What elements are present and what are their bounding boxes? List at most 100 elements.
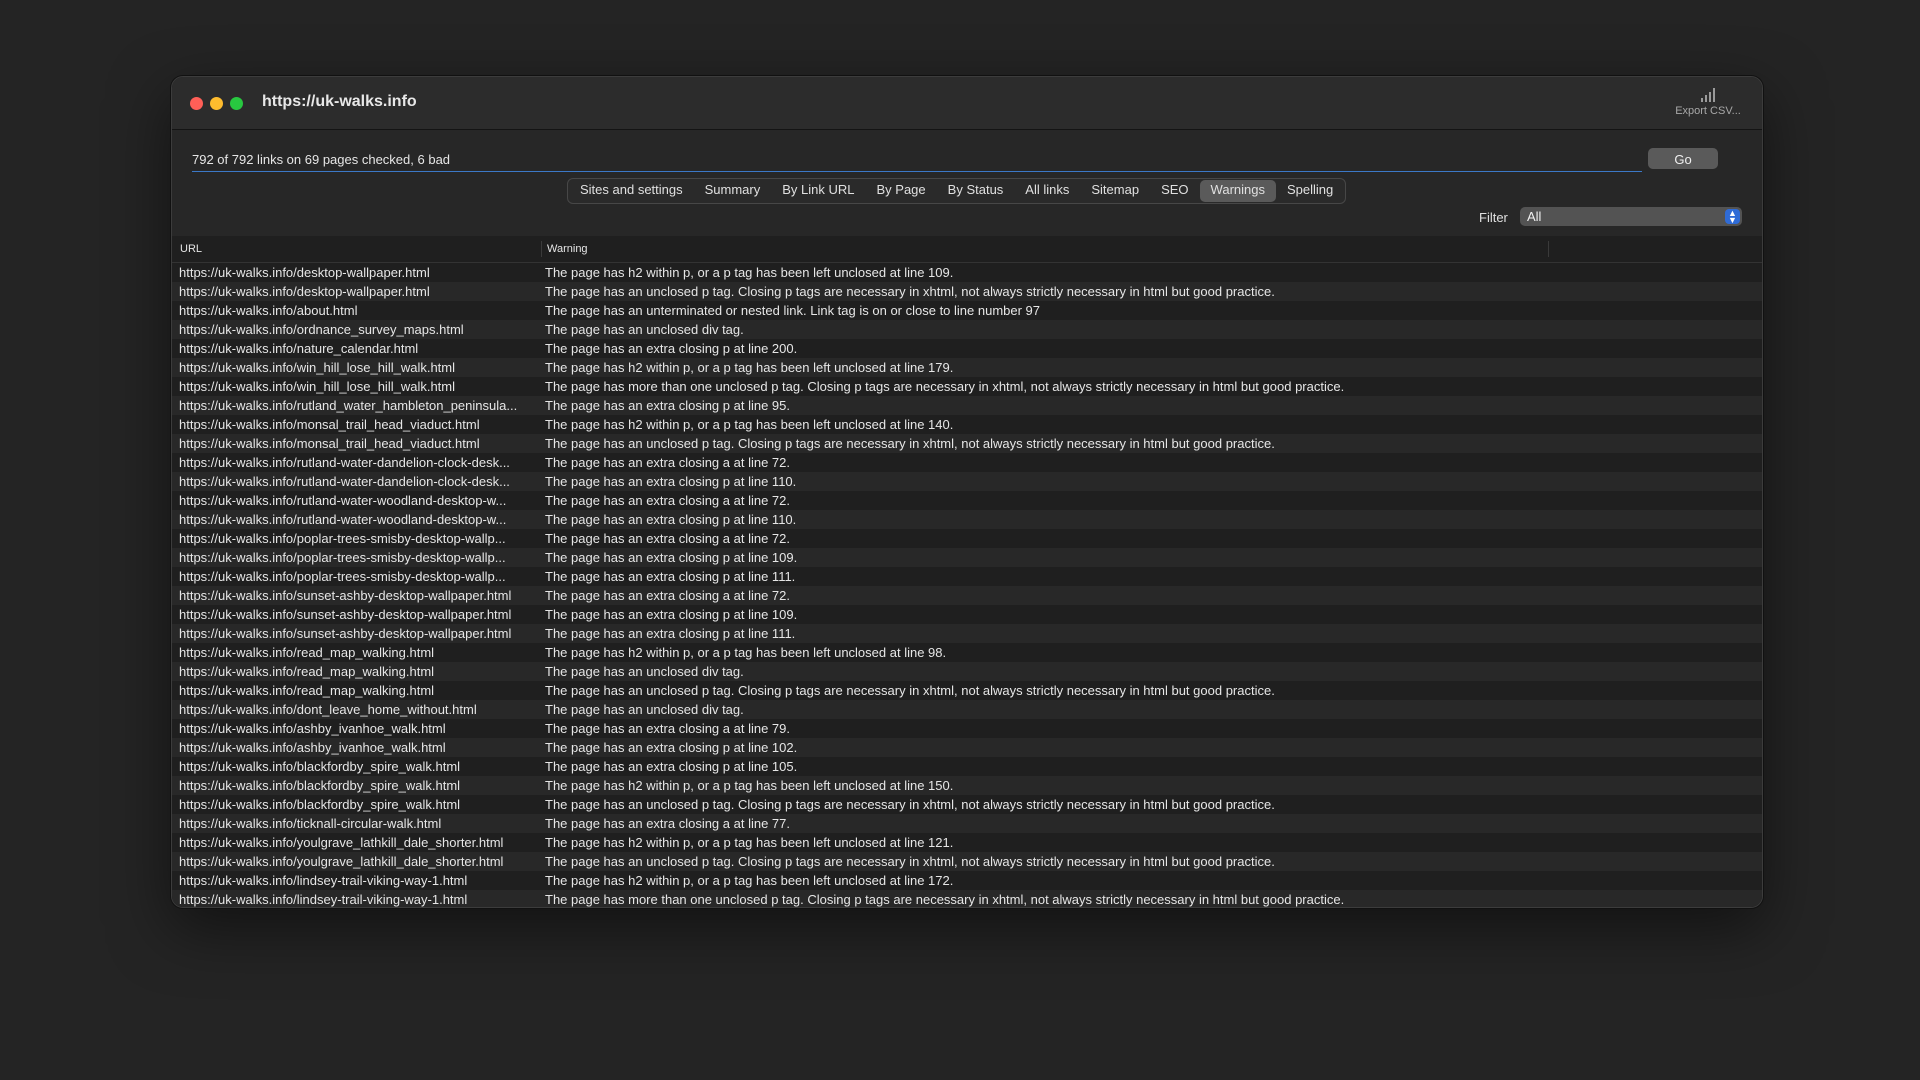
tab-sitemap[interactable]: Sitemap bbox=[1080, 180, 1150, 202]
warning-cell: The page has more than one unclosed p ta… bbox=[545, 892, 1345, 907]
table-row[interactable]: https://uk-walks.info/monsal_trail_head_… bbox=[172, 415, 1762, 434]
warning-cell: The page has h2 within p, or a p tag has… bbox=[545, 417, 954, 432]
table-row[interactable]: https://uk-walks.info/poplar-trees-smisb… bbox=[172, 548, 1762, 567]
warning-cell: The page has an extra closing p at line … bbox=[545, 550, 798, 565]
table-row[interactable]: https://uk-walks.info/sunset-ashby-deskt… bbox=[172, 624, 1762, 643]
url-cell: https://uk-walks.info/poplar-trees-smisb… bbox=[179, 531, 506, 546]
table-row[interactable]: https://uk-walks.info/desktop-wallpaper.… bbox=[172, 263, 1762, 282]
minimize-window-button[interactable] bbox=[210, 97, 223, 110]
warning-cell: The page has an extra closing p at line … bbox=[545, 740, 798, 755]
table-row[interactable]: https://uk-walks.info/read_map_walking.h… bbox=[172, 681, 1762, 700]
filter-label: Filter bbox=[1479, 210, 1508, 225]
table-row[interactable]: https://uk-walks.info/read_map_walking.h… bbox=[172, 643, 1762, 662]
url-cell: https://uk-walks.info/rutland-water-wood… bbox=[179, 493, 507, 508]
url-cell: https://uk-walks.info/read_map_walking.h… bbox=[179, 664, 435, 679]
url-cell: https://uk-walks.info/rutland-water-dand… bbox=[179, 474, 510, 489]
tab-sites-and-settings[interactable]: Sites and settings bbox=[569, 180, 694, 202]
tab-spelling[interactable]: Spelling bbox=[1276, 180, 1344, 202]
column-divider[interactable] bbox=[1548, 241, 1549, 257]
column-divider[interactable] bbox=[541, 241, 542, 257]
table-row[interactable]: https://uk-walks.info/ashby_ivanhoe_walk… bbox=[172, 719, 1762, 738]
warning-cell: The page has an unclosed p tag. Closing … bbox=[545, 854, 1275, 869]
url-cell: https://uk-walks.info/ticknall-circular-… bbox=[179, 816, 442, 831]
url-cell: https://uk-walks.info/monsal_trail_head_… bbox=[179, 436, 480, 451]
table-row[interactable]: https://uk-walks.info/rutland-water-wood… bbox=[172, 510, 1762, 529]
url-cell: https://uk-walks.info/blackfordby_spire_… bbox=[179, 759, 461, 774]
table-row[interactable]: https://uk-walks.info/lindsey-trail-viki… bbox=[172, 871, 1762, 890]
warning-cell: The page has more than one unclosed p ta… bbox=[545, 379, 1345, 394]
export-csv-button[interactable]: Export CSV... bbox=[1668, 87, 1748, 117]
table-header: URL Warning bbox=[172, 236, 1762, 263]
tab-by-status[interactable]: By Status bbox=[937, 180, 1015, 202]
table-row[interactable]: https://uk-walks.info/blackfordby_spire_… bbox=[172, 776, 1762, 795]
url-cell: https://uk-walks.info/win_hill_lose_hill… bbox=[179, 379, 456, 394]
warning-cell: The page has h2 within p, or a p tag has… bbox=[545, 873, 954, 888]
url-cell: https://uk-walks.info/poplar-trees-smisb… bbox=[179, 550, 506, 565]
warning-cell: The page has an unclosed div tag. bbox=[545, 664, 744, 679]
warning-cell: The page has an extra closing a at line … bbox=[545, 588, 790, 603]
status-text-field[interactable]: 792 of 792 links on 69 pages checked, 6 … bbox=[192, 151, 1642, 172]
title-bar: https://uk-walks.info Export CSV... bbox=[172, 77, 1762, 130]
table-row[interactable]: https://uk-walks.info/rutland-water-wood… bbox=[172, 491, 1762, 510]
table-row[interactable]: https://uk-walks.info/sunset-ashby-deskt… bbox=[172, 605, 1762, 624]
warning-cell: The page has an extra closing p at line … bbox=[545, 512, 797, 527]
warning-cell: The page has an extra closing p at line … bbox=[545, 398, 790, 413]
table-row[interactable]: https://uk-walks.info/youlgrave_lathkill… bbox=[172, 833, 1762, 852]
table-row[interactable]: https://uk-walks.info/desktop-wallpaper.… bbox=[172, 282, 1762, 301]
warning-cell: The page has h2 within p, or a p tag has… bbox=[545, 265, 954, 280]
table-body: https://uk-walks.info/desktop-wallpaper.… bbox=[172, 263, 1762, 907]
table-row[interactable]: https://uk-walks.info/read_map_walking.h… bbox=[172, 662, 1762, 681]
table-row[interactable]: https://uk-walks.info/ticknall-circular-… bbox=[172, 814, 1762, 833]
url-cell: https://uk-walks.info/ordnance_survey_ma… bbox=[179, 322, 464, 337]
table-row[interactable]: https://uk-walks.info/ordnance_survey_ma… bbox=[172, 320, 1762, 339]
filter-select[interactable]: All ▲ ▼ bbox=[1520, 207, 1742, 226]
url-cell: https://uk-walks.info/dont_leave_home_wi… bbox=[179, 702, 477, 717]
warning-cell: The page has an extra closing a at line … bbox=[545, 816, 790, 831]
close-window-button[interactable] bbox=[190, 97, 203, 110]
column-header-url[interactable]: URL bbox=[180, 243, 202, 255]
tab-seo[interactable]: SEO bbox=[1150, 180, 1199, 202]
column-header-warning[interactable]: Warning bbox=[547, 243, 588, 255]
go-button[interactable]: Go bbox=[1648, 148, 1718, 169]
table-row[interactable]: https://uk-walks.info/lindsey-trail-viki… bbox=[172, 890, 1762, 907]
warning-cell: The page has an extra closing p at line … bbox=[545, 474, 797, 489]
warning-cell: The page has an unclosed div tag. bbox=[545, 322, 744, 337]
url-cell: https://uk-walks.info/sunset-ashby-deskt… bbox=[179, 588, 512, 603]
table-row[interactable]: https://uk-walks.info/nature_calendar.ht… bbox=[172, 339, 1762, 358]
url-cell: https://uk-walks.info/rutland_water_hamb… bbox=[179, 398, 518, 413]
warning-cell: The page has an extra closing a at line … bbox=[545, 531, 790, 546]
table-row[interactable]: https://uk-walks.info/sunset-ashby-deskt… bbox=[172, 586, 1762, 605]
warning-cell: The page has an extra closing a at line … bbox=[545, 493, 790, 508]
warning-cell: The page has an unterminated or nested l… bbox=[545, 303, 1041, 318]
url-cell: https://uk-walks.info/ashby_ivanhoe_walk… bbox=[179, 740, 446, 755]
table-row[interactable]: https://uk-walks.info/win_hill_lose_hill… bbox=[172, 377, 1762, 396]
url-cell: https://uk-walks.info/ashby_ivanhoe_walk… bbox=[179, 721, 446, 736]
tab-all-links[interactable]: All links bbox=[1014, 180, 1080, 202]
table-row[interactable]: https://uk-walks.info/poplar-trees-smisb… bbox=[172, 567, 1762, 586]
table-row[interactable]: https://uk-walks.info/blackfordby_spire_… bbox=[172, 757, 1762, 776]
table-row[interactable]: https://uk-walks.info/rutland-water-dand… bbox=[172, 453, 1762, 472]
url-cell: https://uk-walks.info/desktop-wallpaper.… bbox=[179, 265, 430, 280]
maximize-window-button[interactable] bbox=[230, 97, 243, 110]
warning-cell: The page has an unclosed p tag. Closing … bbox=[545, 284, 1275, 299]
bar-chart-icon bbox=[1701, 88, 1715, 102]
table-row[interactable]: https://uk-walks.info/dont_leave_home_wi… bbox=[172, 700, 1762, 719]
table-row[interactable]: https://uk-walks.info/rutland_water_hamb… bbox=[172, 396, 1762, 415]
table-row[interactable]: https://uk-walks.info/rutland-water-dand… bbox=[172, 472, 1762, 491]
table-row[interactable]: https://uk-walks.info/monsal_trail_head_… bbox=[172, 434, 1762, 453]
updown-chevron-icon: ▲ ▼ bbox=[1725, 209, 1740, 225]
warning-cell: The page has an unclosed p tag. Closing … bbox=[545, 683, 1275, 698]
table-row[interactable]: https://uk-walks.info/blackfordby_spire_… bbox=[172, 795, 1762, 814]
table-row[interactable]: https://uk-walks.info/poplar-trees-smisb… bbox=[172, 529, 1762, 548]
table-row[interactable]: https://uk-walks.info/youlgrave_lathkill… bbox=[172, 852, 1762, 871]
url-cell: https://uk-walks.info/rutland-water-dand… bbox=[179, 455, 510, 470]
tab-summary[interactable]: Summary bbox=[694, 180, 772, 202]
window-title: https://uk-walks.info bbox=[262, 93, 417, 110]
table-row[interactable]: https://uk-walks.info/ashby_ivanhoe_walk… bbox=[172, 738, 1762, 757]
table-row[interactable]: https://uk-walks.info/about.html The page… bbox=[172, 301, 1762, 320]
tab-warnings[interactable]: Warnings bbox=[1199, 180, 1276, 202]
tab-by-page[interactable]: By Page bbox=[866, 180, 937, 202]
table-row[interactable]: https://uk-walks.info/win_hill_lose_hill… bbox=[172, 358, 1762, 377]
tab-by-link-url[interactable]: By Link URL bbox=[771, 180, 865, 202]
url-cell: https://uk-walks.info/rutland-water-wood… bbox=[179, 512, 507, 527]
